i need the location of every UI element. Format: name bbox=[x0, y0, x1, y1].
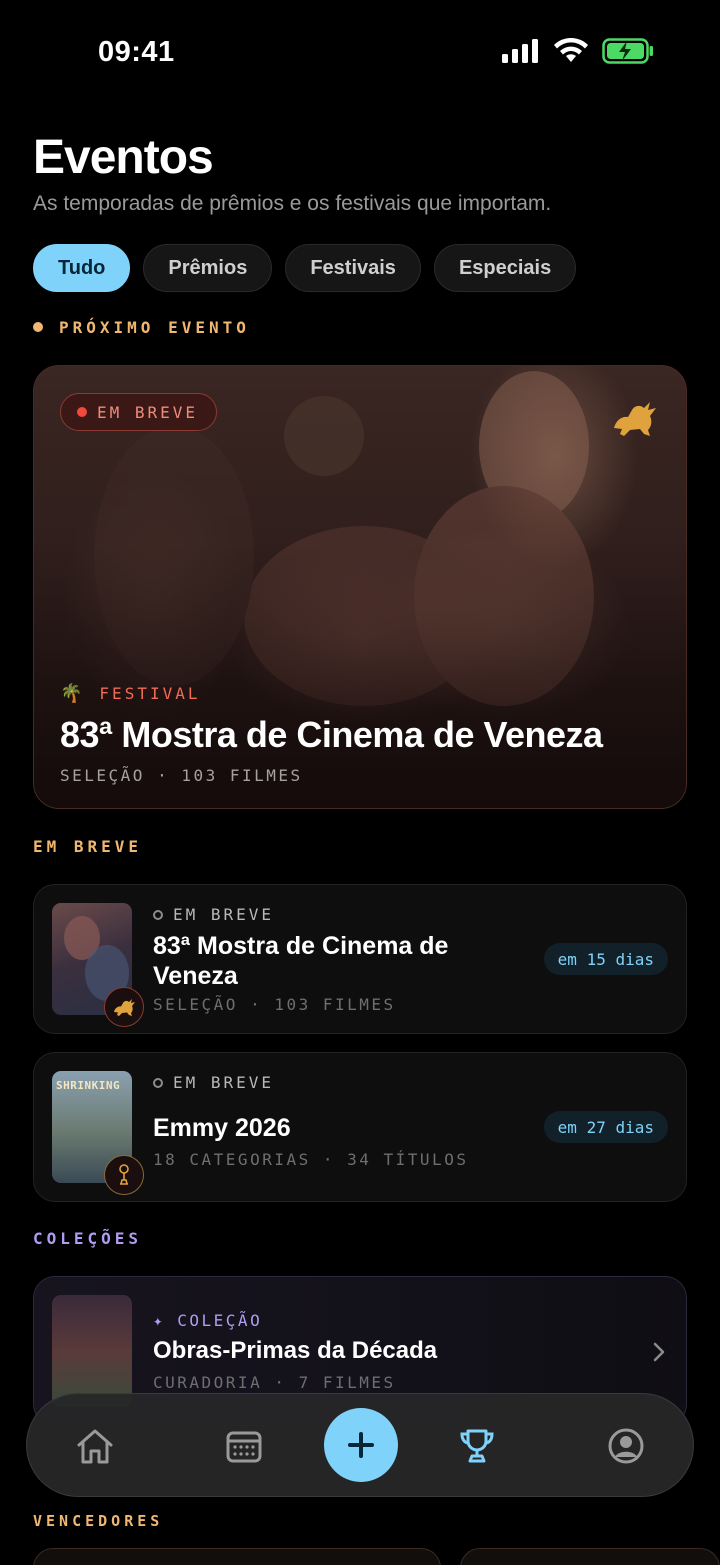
calendar-icon bbox=[226, 1431, 262, 1463]
soon-badge: EM BREVE bbox=[60, 393, 218, 431]
hero-kind-label: FESTIVAL bbox=[99, 684, 201, 703]
plus-icon bbox=[348, 1432, 374, 1458]
page-subtitle: As temporadas de prêmios e os festivais … bbox=[33, 192, 552, 215]
upcoming-section-label: EM BREVE bbox=[33, 837, 143, 856]
card-status-label: EM BREVE bbox=[173, 905, 275, 924]
collection-title: Obras-Primas da Década bbox=[153, 1337, 438, 1364]
emmy-poster-text: SHRINKING bbox=[56, 1079, 121, 1092]
collection-tag: ✦ COLEÇÃO bbox=[153, 1311, 263, 1330]
palm-tree-icon: 🌴 bbox=[60, 683, 86, 704]
filter-chip-festivais[interactable]: Festivais bbox=[285, 244, 421, 292]
tab-awards[interactable] bbox=[455, 1424, 499, 1468]
hero-kind: 🌴 FESTIVAL bbox=[60, 683, 200, 704]
battery-icon bbox=[602, 38, 653, 64]
home-icon bbox=[77, 1429, 113, 1464]
tab-home[interactable] bbox=[73, 1424, 117, 1468]
trophy-icon bbox=[460, 1429, 494, 1463]
countdown-badge: em 27 dias bbox=[543, 1111, 668, 1143]
card-title: 83ª Mostra de Cinema de Veneza bbox=[153, 932, 449, 990]
emmy-statuette-badge-icon bbox=[104, 1155, 144, 1195]
page-title: Eventos bbox=[33, 131, 214, 184]
add-button[interactable] bbox=[324, 1408, 398, 1482]
status-ring-icon bbox=[153, 1077, 163, 1088]
filter-chip-tudo[interactable]: Tudo bbox=[33, 244, 131, 292]
profile-icon bbox=[608, 1428, 644, 1464]
venice-lion-badge-icon bbox=[104, 987, 144, 1027]
filter-chip-especiais[interactable]: Especiais bbox=[433, 244, 577, 292]
next-event-label-text: PRÓXIMO EVENTO bbox=[59, 318, 250, 337]
card-title: Emmy 2026 bbox=[153, 1114, 291, 1142]
winner-card[interactable] bbox=[33, 1548, 441, 1565]
gold-dot-icon bbox=[33, 322, 43, 332]
upcoming-card-venice[interactable]: EM BREVE 83ª Mostra de Cinema de Veneza … bbox=[33, 884, 687, 1034]
chevron-right-icon[interactable] bbox=[652, 1341, 666, 1363]
next-event-hero-card[interactable]: EM BREVE 🌴 FESTIVAL 83ª Mostra de Cinema… bbox=[33, 365, 687, 809]
collection-poster-image bbox=[52, 1295, 132, 1407]
upcoming-card-emmy[interactable]: SHRINKING EM BREVE Emmy 2026 18 CATEGORI… bbox=[33, 1052, 687, 1202]
collections-section-label: COLEÇÕES bbox=[33, 1229, 143, 1248]
live-dot-icon bbox=[77, 407, 87, 417]
status-icons bbox=[502, 38, 654, 64]
collection-meta: CURADORIA · 7 FILMES bbox=[153, 1373, 396, 1392]
card-meta: SELEÇÃO · 103 FILMES bbox=[153, 995, 396, 1014]
venice-lion-icon bbox=[614, 402, 656, 436]
card-status: EM BREVE bbox=[153, 905, 274, 924]
hero-title: 83ª Mostra de Cinema de Veneza bbox=[60, 714, 603, 755]
filter-chip-premios[interactable]: Prêmios bbox=[143, 244, 273, 292]
card-meta: 18 CATEGORIAS · 34 TÍTULOS bbox=[153, 1150, 469, 1169]
next-event-section-label: PRÓXIMO EVENTO bbox=[33, 318, 250, 337]
soon-badge-label: EM BREVE bbox=[97, 402, 199, 422]
winners-section-label: VENCEDORES bbox=[33, 1512, 164, 1530]
hero-meta: SELEÇÃO · 103 FILMES bbox=[60, 766, 303, 785]
tab-profile[interactable] bbox=[604, 1424, 648, 1468]
signal-icon bbox=[502, 39, 538, 63]
filter-chips: Tudo Prêmios Festivais Especiais bbox=[33, 244, 577, 292]
status-time: 09:41 bbox=[98, 36, 175, 68]
winner-card[interactable] bbox=[460, 1548, 720, 1565]
card-status-label: EM BREVE bbox=[173, 1073, 275, 1092]
card-status: EM BREVE bbox=[153, 1073, 274, 1092]
status-bar: 09:41 bbox=[0, 0, 720, 100]
countdown-badge: em 15 dias bbox=[543, 943, 668, 975]
tab-bar bbox=[26, 1393, 694, 1497]
status-ring-icon bbox=[153, 909, 163, 920]
tab-calendar[interactable] bbox=[222, 1424, 266, 1468]
wifi-icon bbox=[554, 38, 588, 62]
